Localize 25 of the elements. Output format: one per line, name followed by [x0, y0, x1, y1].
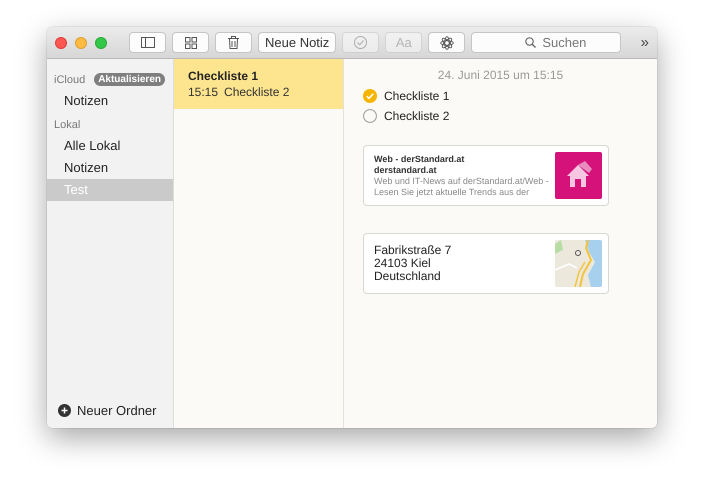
- checklist-item: Checkliste 1: [384, 89, 450, 103]
- address-line: Fabrikstraße 7: [374, 244, 452, 257]
- refresh-button[interactable]: Aktualisieren: [94, 73, 165, 86]
- overflow-button[interactable]: »: [640, 34, 649, 51]
- note-date: 24. Juni 2015 um 15:15: [436, 68, 564, 82]
- link-card[interactable]: Web - derStandard.at derstandard.at Web und IT-News auf derStandard.at/Web - Lesen Sie jetzt aktuelle Trends aus der: [363, 145, 609, 206]
- note-time: 15:15: [188, 85, 218, 99]
- checklist-item: Checkliste 2: [384, 109, 450, 123]
- new-folder-button[interactable]: Neuer Ordner: [77, 403, 156, 418]
- link-description: Web und IT-News auf derStandard.at/Web - Lesen Sie jetzt aktuelle Trends aus der: [374, 176, 550, 198]
- section-title: Lokal: [54, 118, 80, 130]
- folder-item[interactable]: Alle Lokal: [47, 135, 173, 157]
- note-list-item[interactable]: Checkliste 1 15:15 Checkliste 2: [174, 59, 343, 109]
- new-note-button[interactable]: Neue Notiz: [258, 32, 336, 53]
- address-card[interactable]: Fabrikstraße 7 24103 Kiel Deutschland: [363, 233, 609, 294]
- link-title: Web - derStandard.at: [374, 154, 466, 164]
- note-preview: Checkliste 2: [224, 85, 290, 99]
- search-field[interactable]: Suchen: [471, 32, 621, 53]
- note-title: Checkliste 1: [188, 69, 260, 83]
- section-title: iCloud: [54, 74, 86, 86]
- folder-item[interactable]: Notizen: [47, 157, 173, 179]
- address-line: 24103 Kiel: [374, 257, 432, 270]
- folder-item[interactable]: Notizen: [47, 90, 173, 112]
- address-line: Deutschland: [374, 270, 442, 283]
- link-site: derstandard.at: [374, 164, 438, 176]
